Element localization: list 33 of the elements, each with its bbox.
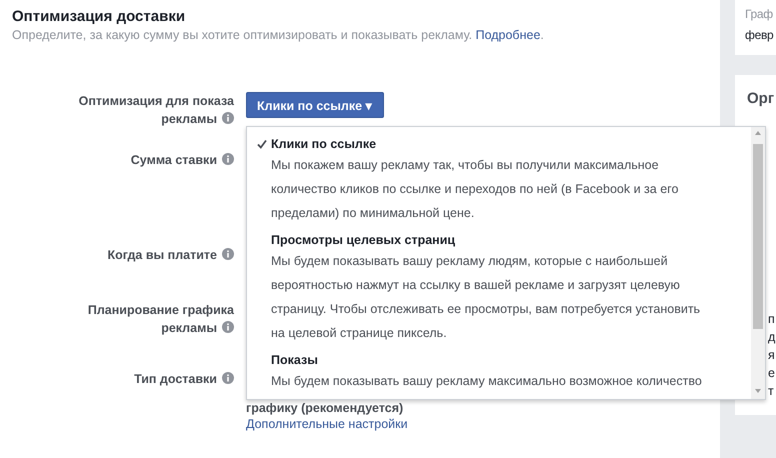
field-label: Сумма ставки [130, 153, 217, 167]
section-title: Оптимизация доставки [12, 8, 186, 26]
card-text: е [768, 365, 776, 382]
menu-option[interactable]: Просмотры целевых страниц [271, 231, 456, 249]
card-value: февр [745, 28, 774, 42]
card-text: я [768, 347, 776, 364]
option-description: Мы будем показывать вашу рекламу максимально возможное количество [270, 373, 703, 390]
field-label: Тип доставки [134, 372, 217, 386]
delivery-note: графику (рекомендуется) [246, 401, 404, 415]
option-description: Мы покажем вашу рекламу так, чтобы вы получили максимальное количество кликов по ссылке и переходов по ней (в Facebook и за его пределами) по минимальной цене. [270, 157, 680, 222]
field-label: рекламы [161, 321, 217, 335]
info-icon[interactable] [222, 112, 234, 124]
info-icon[interactable] [222, 248, 234, 260]
scrollbar[interactable] [751, 127, 765, 399]
field-label: Оптимизация для показа [78, 94, 234, 108]
field-label: Планирование графика [88, 303, 234, 317]
option-description: Мы будем показывать вашу рекламу людям, которые с наибольшей вероятностью нажмут на ссылку в вашей рекламе и загрузят целевую страницу. Чтобы отслеживать ее просмотры, вам потребуется установить на целевой странице пиксель. [270, 253, 702, 342]
menu-option[interactable]: Показы [271, 351, 318, 369]
card-title: Орг [747, 90, 776, 107]
advanced-settings-link[interactable]: Дополнительные настройки [246, 417, 408, 431]
optimization-dropdown[interactable]: Клики по ссылке ▾ [246, 92, 384, 118]
field-label: Когда вы платите [107, 248, 217, 262]
card-label: Граф [745, 7, 774, 21]
section-subtitle: Определите, за какую сумму вы хотите оптимизировать и показывать рекламу. Подробнее. [12, 27, 545, 43]
card-text: т [768, 383, 775, 400]
card-text: п [768, 311, 776, 328]
info-icon[interactable] [222, 153, 234, 165]
info-icon[interactable] [222, 372, 234, 384]
info-icon[interactable] [222, 321, 234, 333]
card-text: д [768, 329, 776, 346]
field-label: рекламы [161, 112, 217, 126]
menu-option[interactable]: Клики по ссылке [271, 135, 376, 153]
learn-more-link[interactable]: Подробнее [476, 28, 540, 42]
